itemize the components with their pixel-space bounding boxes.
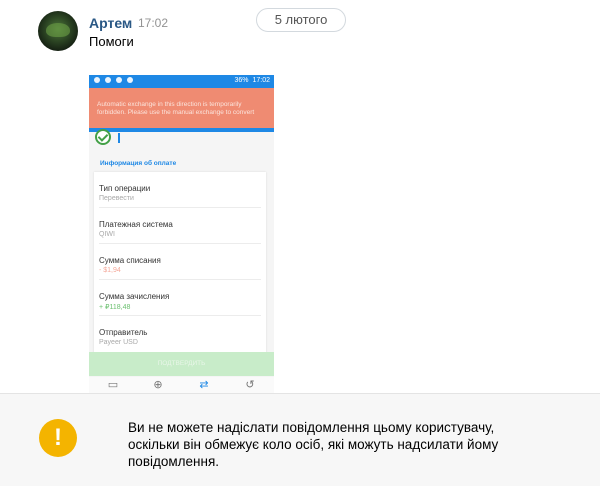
notice-text: Ви не можете надіслати повідомлення цьом… [128, 420, 499, 469]
notification-icons [94, 77, 133, 83]
date-separator: 5 лютого [256, 8, 346, 32]
section-title: Информация об оплате [100, 160, 177, 167]
row-label: Отправитель [99, 328, 148, 337]
author-name[interactable]: Артем [89, 15, 132, 31]
header-mark [118, 133, 120, 143]
status-indicators: 36% 17:02 [234, 77, 270, 84]
rss-icon [105, 77, 111, 83]
row-label: Сумма зачисления [99, 292, 170, 301]
payment-info-card: Тип операции Перевести Платежная система… [94, 172, 266, 362]
info-row: Платежная система QIWI [94, 208, 266, 244]
youtube-icon [116, 77, 122, 83]
row-label: Платежная система [99, 220, 173, 229]
phone-bottom-nav: ▭ ⊕ ⇄ ↺ [89, 377, 274, 393]
attached-screenshot[interactable]: 36% 17:02 Automatic exchange in this dir… [89, 75, 274, 393]
info-row: Сумма зачисления + ₽118,48 [94, 280, 266, 316]
row-value: + ₽118,48 [99, 304, 131, 311]
confirm-button: ПОДТВЕРДИТЬ [89, 352, 274, 376]
blocked-notice: ! Ви не можете надіслати повідомлення ць… [0, 393, 600, 486]
message-text: Помоги [89, 34, 134, 49]
info-row: Сумма списания - $1,94 [94, 244, 266, 280]
row-value: Перевести [99, 195, 134, 202]
check-icon [95, 129, 111, 145]
row-label: Тип операции [99, 184, 151, 193]
message-area: Артем 17:02 5 лютого Помоги 36% 17:02 Au… [0, 0, 600, 393]
chat-icon [94, 77, 100, 83]
avatar[interactable] [38, 11, 78, 51]
status-clock: 17:02 [252, 77, 270, 84]
info-row: Тип операции Перевести [94, 172, 266, 208]
phone-status-bar: 36% 17:02 [89, 75, 274, 88]
exchange-icon: ⇄ [199, 379, 209, 391]
row-label: Сумма списания [99, 256, 161, 265]
info-row: Отправитель Payeer USD [94, 316, 266, 352]
row-value: - $1,94 [99, 267, 121, 274]
phone-icon [127, 77, 133, 83]
row-value: Payeer USD [99, 339, 138, 346]
plus-circle-icon: ⊕ [153, 379, 163, 391]
history-icon: ↺ [245, 379, 255, 391]
message-time[interactable]: 17:02 [138, 16, 168, 30]
error-banner: Automatic exchange in this direction is … [89, 88, 274, 128]
battery-level: 36% [234, 77, 249, 84]
wallet-icon: ▭ [107, 379, 119, 391]
warning-icon: ! [39, 419, 77, 457]
row-value: QIWI [99, 231, 115, 238]
